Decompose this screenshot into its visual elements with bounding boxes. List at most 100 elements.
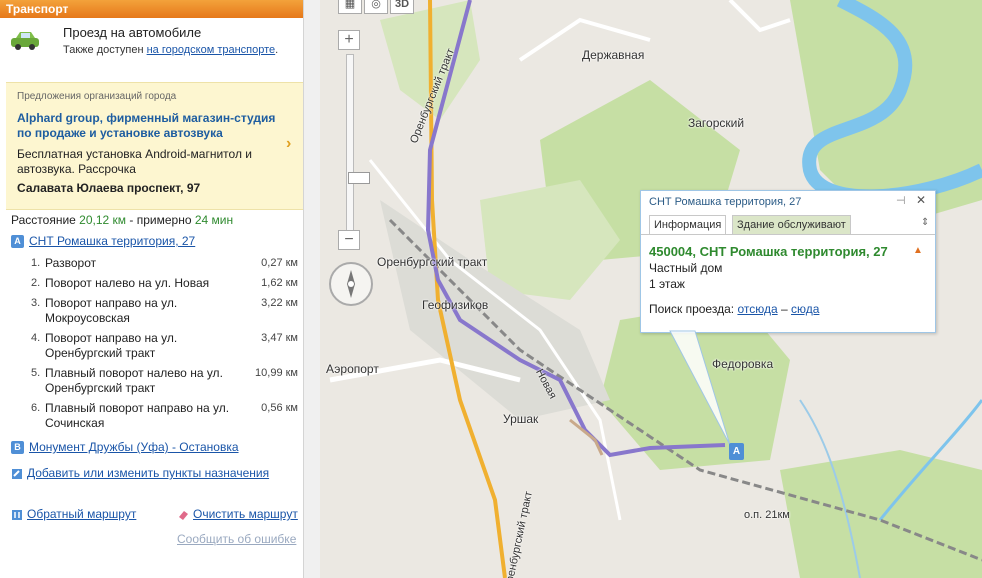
promo-block[interactable]: Предложения организаций города Alphard g… [6,82,303,210]
summary-middle: - примерно [129,213,192,227]
also-available-line: Также доступен на городском транспорте. [63,44,278,56]
car-icon [11,32,39,50]
step-distance: 0,27 км [261,257,298,269]
add-points-link[interactable]: Добавить или изменить пункты назначения [27,466,269,480]
distance-label: Расстояние [11,213,76,227]
step-text: Плавный поворот направо на ул. Сочинская [45,401,230,430]
panel-scrollbar[interactable] [303,0,320,578]
zoom-slider-handle[interactable] [348,172,370,184]
promo-next-arrow-icon[interactable]: › [286,135,291,153]
rotate-icon: ◎ [371,0,381,10]
route-step[interactable]: 6. Плавный поворот направо на ул. Сочинс… [0,401,304,431]
route-step[interactable]: 1. Разворот 0,27 км [0,256,304,272]
step-text: Разворот [45,256,97,270]
step-distance: 10,99 км [255,367,298,379]
public-transport-link[interactable]: на городском транспорте [147,44,276,56]
step-number: 1. [31,257,41,269]
layers-icon: ▦ [344,0,356,10]
point-a-link[interactable]: СНТ Ромашка территория, 27 [29,234,195,248]
step-distance: 1,62 км [261,277,298,289]
label-geofizikov: Геофизиков [422,298,489,312]
promo-description: Бесплатная установка Android-магнитол и … [17,147,252,176]
zoom-in-button[interactable]: + [338,30,360,50]
reverse-route-icon [12,509,22,520]
compass-icon [347,270,355,298]
zoom-out-button[interactable]: − [338,230,360,250]
label-orenburg-road-mid: Оренбургский тракт [377,255,488,269]
zoom-track[interactable] [346,54,370,231]
route-marker-a[interactable]: A [729,443,744,460]
route-from-here-link[interactable]: отсюда [737,302,777,316]
tabs-dropdown-icon[interactable]: ⇕ [921,217,929,228]
point-b-badge: B [11,441,24,455]
info-popup: СНТ Ромашка территория, 27 ⊣ ✕ Информаци… [640,190,936,333]
panel-header: Транспорт [0,0,304,18]
popup-header: СНТ Ромашка территория, 27 [649,196,802,208]
step-text: Плавный поворот налево на ул. Оренбургск… [45,366,223,395]
step-text: Поворот направо на ул. Оренбургский трак… [45,331,178,360]
drive-mode-block: Проезд на автомобиле Также доступен на г… [0,18,304,70]
step-distance: 3,47 км [261,332,298,344]
label-derzhavnaya: Державная [582,48,645,62]
view-3d-button[interactable]: 3D [390,0,414,14]
popup-divider [641,234,935,235]
promo-heading: Предложения организаций города [17,91,177,102]
rotate-button[interactable]: ◎ [364,0,388,14]
label-op21: о.п. 21км [744,509,790,521]
step-number: 5. [31,367,41,379]
route-step[interactable]: 4. Поворот направо на ул. Оренбургский т… [0,331,304,361]
label-airport: Аэропорт [326,362,379,376]
map-view[interactable]: Державная Загорский Оренбургский тракт О… [320,0,982,578]
route-point-b: B Монумент Дружбы (Уфа) - Остановка [11,440,239,456]
pin-icon[interactable]: ⊣ [896,194,906,207]
promo-address: Салавата Юлаева проспект, 97 [17,181,201,195]
reverse-route-row: Обратный маршрут [11,507,136,521]
step-text: Поворот налево на ул. Новая [45,276,210,290]
clear-route-row: Очистить маршрут [177,507,298,521]
also-prefix: Также доступен [63,44,144,56]
route-search-dash: – [780,302,788,316]
step-number: 4. [31,332,41,344]
route-to-here-link[interactable]: сюда [791,302,819,316]
route-point-a: A СНТ Ромашка территория, 27 [11,234,195,250]
edit-points-icon [12,468,22,479]
report-error-link[interactable]: Сообщить об ошибке [177,532,296,546]
close-icon[interactable]: ✕ [916,193,926,207]
route-search-label: Поиск проезда: [649,302,735,316]
route-step[interactable]: 5. Плавный поворот налево на ул. Оренбур… [0,366,304,396]
route-search-row: Поиск проезда: отсюда – сюда [649,302,819,316]
also-suffix: . [275,44,279,56]
label-zagorsky: Загорский [688,116,745,130]
compass-control[interactable] [329,262,373,306]
step-number: 2. [31,277,41,289]
distance-value: 20,12 км [79,213,127,227]
popup-address: 450004, СНТ Ромашка территория, 27 [649,244,888,259]
reverse-route-link[interactable]: Обратный маршрут [27,507,136,521]
route-summary: Расстояние 20,12 км - примерно 24 мин [11,213,233,227]
route-step[interactable]: 2. Поворот налево на ул. Новая 1,62 км [0,276,304,292]
label-urshak: Уршак [503,412,539,426]
step-number: 6. [31,402,41,414]
route-panel: Транспорт Проезд на автомобиле Также дос… [0,0,305,578]
promo-title-link[interactable]: Alphard group, фирменный магазин-студия … [17,111,277,141]
step-distance: 0,56 км [261,402,298,414]
point-a-badge: A [11,235,24,249]
time-value: 24 мин [194,213,234,227]
step-distance: 3,22 км [261,297,298,309]
eraser-icon [179,510,188,520]
step-number: 3. [31,297,41,309]
tab-building-services[interactable]: Здание обслуживают [732,215,851,235]
tab-info[interactable]: Информация [649,215,727,235]
building-type: Частный дом [649,261,723,275]
warning-icon[interactable]: ▲ [913,245,923,256]
label-fedorovka: Федоровка [712,357,774,371]
clear-route-link[interactable]: Очистить маршрут [193,507,298,521]
layers-button[interactable]: ▦ [338,0,362,14]
point-b-link[interactable]: Монумент Дружбы (Уфа) - Остановка [29,440,239,454]
zoom-control: + − [338,30,370,250]
step-text: Поворот направо на ул. Мокроусовская [45,296,178,325]
route-step[interactable]: 3. Поворот направо на ул. Мокроусовская … [0,296,304,326]
add-points-row: Добавить или изменить пункты назначения [11,466,269,482]
drive-title: Проезд на автомобиле [63,25,202,40]
building-floors: 1 этаж [649,277,685,291]
